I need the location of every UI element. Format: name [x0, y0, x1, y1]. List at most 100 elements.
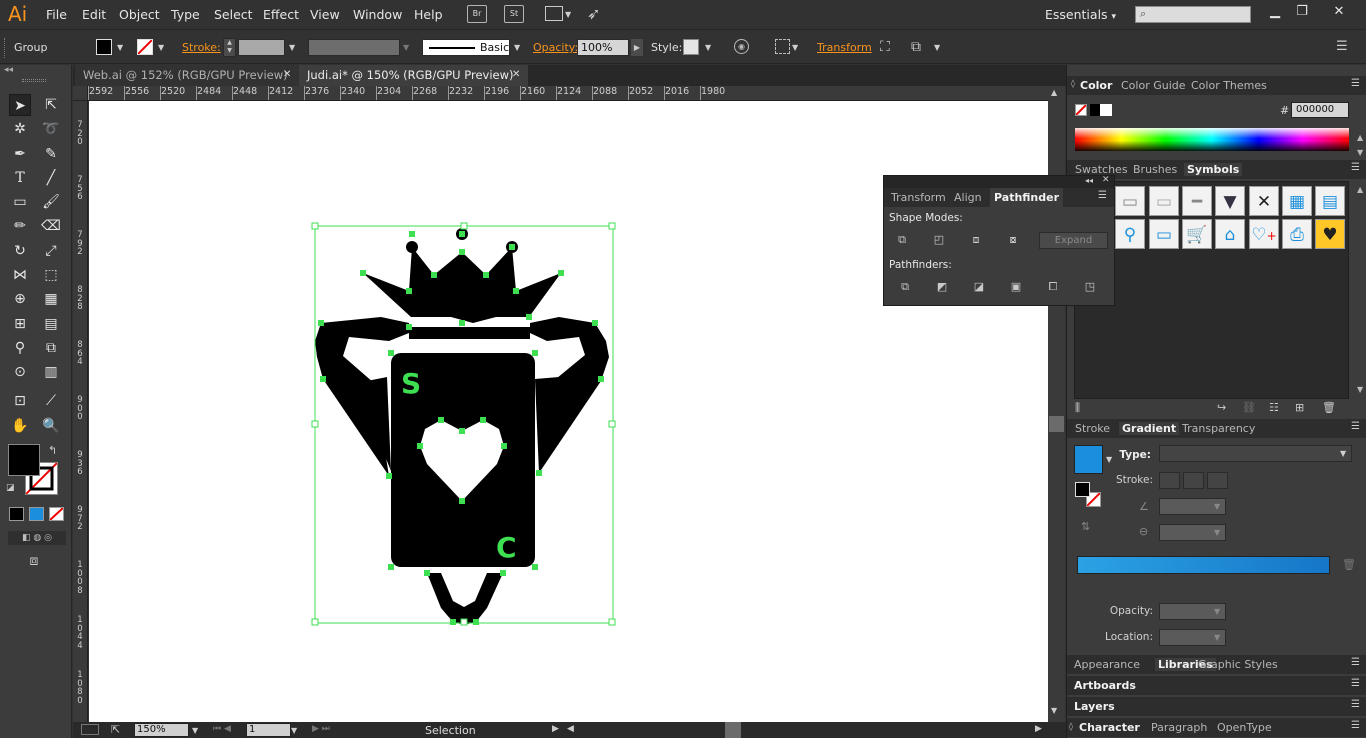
menu-type[interactable]: Type: [171, 7, 200, 22]
stroke-within-button[interactable]: [1159, 472, 1180, 489]
tab-color-guide[interactable]: Color Guide: [1121, 79, 1186, 92]
free-transform-tool[interactable]: ⬚: [40, 264, 62, 286]
export-icon[interactable]: ⇱: [111, 723, 120, 736]
ruler-origin[interactable]: [73, 86, 88, 101]
color-spectrum[interactable]: [1075, 128, 1349, 151]
exclude-button[interactable]: ⧇: [1005, 232, 1021, 248]
close-tab-icon[interactable]: ✕: [283, 69, 291, 80]
scroll-down-icon[interactable]: ▼: [1051, 706, 1057, 715]
stroke-weight-stepper[interactable]: ▲ ▼: [223, 38, 236, 57]
gradient-type-select[interactable]: ▼: [1159, 445, 1352, 462]
symbol-slider[interactable]: ━: [1182, 186, 1212, 216]
help-search-input[interactable]: ⌕: [1135, 6, 1251, 23]
fill-swatch[interactable]: [96, 39, 112, 55]
align-dropdown-icon[interactable]: ▼: [792, 43, 798, 52]
graphic-style-swatch[interactable]: [683, 39, 699, 55]
rectangle-tool[interactable]: ▭: [9, 191, 31, 213]
tab-web-ai[interactable]: Web.ai @ 152% (RGB/GPU Preview): [75, 65, 300, 86]
tab-appearance[interactable]: Appearance: [1074, 658, 1140, 671]
place-symbol-icon[interactable]: ↪: [1217, 401, 1226, 414]
menu-edit[interactable]: Edit: [82, 7, 106, 22]
slice-tool[interactable]: ⟋: [40, 390, 62, 412]
gradient-fill-box[interactable]: [1075, 482, 1090, 497]
zoom-input[interactable]: 150%: [134, 723, 189, 737]
menu-window[interactable]: Window: [353, 7, 402, 22]
close-button[interactable]: ✕: [1326, 2, 1352, 22]
symbol-sprayer-tool[interactable]: ⊙: [9, 361, 31, 383]
tab-brushes[interactable]: Brushes: [1133, 163, 1177, 176]
minus-back-button[interactable]: ◳: [1082, 279, 1098, 295]
symbol-close-icon[interactable]: ✕: [1249, 186, 1279, 216]
gradient-thumbnail[interactable]: [1074, 445, 1103, 474]
opacity-input[interactable]: 100%: [577, 39, 629, 56]
paintbrush-tool[interactable]: 🖌: [40, 191, 62, 213]
delete-stop-icon[interactable]: 🗑: [1342, 558, 1356, 571]
symbol-calendar-icon[interactable]: ▦: [1282, 186, 1312, 216]
stroke-label[interactable]: Stroke:: [182, 41, 221, 54]
symbol-options-icon[interactable]: ☷: [1269, 401, 1279, 414]
gradient-tool[interactable]: ▤: [40, 313, 62, 335]
next-artboard-icon[interactable]: ▶ ⏭: [312, 724, 330, 734]
outline-button[interactable]: ⧠: [1045, 279, 1061, 295]
expand-button[interactable]: Expand: [1039, 232, 1108, 249]
scale-tool[interactable]: ⤢: [40, 240, 62, 262]
isolate-group-icon[interactable]: ⛶: [880, 39, 890, 55]
stroke-dropdown-icon[interactable]: ▼: [158, 43, 164, 52]
transform-link[interactable]: Transform: [817, 41, 872, 54]
black-color-chip[interactable]: [1090, 104, 1100, 116]
magic-wand-tool[interactable]: ✲: [9, 118, 31, 140]
menu-effect[interactable]: Effect: [263, 7, 299, 22]
swap-fill-stroke-icon[interactable]: ↰: [48, 444, 57, 457]
zoom-tool[interactable]: 🔍: [40, 415, 62, 437]
shape-builder-tool[interactable]: ⊕: [9, 288, 31, 310]
symbols-scroll-up-icon[interactable]: ▲: [1357, 185, 1363, 194]
white-color-chip[interactable]: [1100, 104, 1112, 116]
location-dropdown-icon[interactable]: ▼: [1214, 633, 1220, 642]
tab-artboards[interactable]: Artboards: [1074, 679, 1136, 692]
fill-color-box[interactable]: [8, 444, 40, 476]
first-artboard-icon[interactable]: ⏮ ◀: [213, 724, 231, 734]
scroll-right-icon[interactable]: ▶: [1035, 724, 1042, 734]
perspective-grid-tool[interactable]: ▦: [40, 288, 62, 310]
vertical-ruler[interactable]: 7 2 0 7 5 6 7 9 2 8 2 8 8 6 4 9 0 0 9 3 6 9 7 2…: [73, 101, 88, 722]
stock-button[interactable]: St: [504, 5, 524, 23]
symbol-film-icon[interactable]: ▤: [1315, 186, 1345, 216]
rotate-tool[interactable]: ↻: [9, 240, 31, 262]
column-graph-tool[interactable]: ▥: [40, 361, 62, 383]
close-tab-icon[interactable]: ✕: [512, 69, 520, 80]
transform-dropdown-icon[interactable]: ▼: [934, 43, 940, 52]
gradient-mode-button[interactable]: [29, 507, 44, 521]
scroll-up-icon[interactable]: ▲: [1051, 88, 1057, 97]
menu-select[interactable]: Select: [214, 7, 253, 22]
merge-button[interactable]: ◪: [971, 279, 987, 295]
menu-help[interactable]: Help: [414, 7, 443, 22]
panel-toggle-icon[interactable]: ◊: [1071, 79, 1075, 88]
pen-tool[interactable]: ✒: [9, 143, 31, 165]
brush-dropdown-icon[interactable]: ▼: [514, 43, 520, 52]
tab-judi-ai[interactable]: Judi.ai* @ 150% (RGB/GPU Preview): [299, 65, 528, 86]
minus-front-button[interactable]: ◰: [931, 232, 947, 248]
type-tool[interactable]: T: [9, 167, 31, 189]
selection-tool[interactable]: ➤: [9, 94, 31, 116]
tab-transparency[interactable]: Transparency: [1182, 422, 1255, 435]
intersect-button[interactable]: ⧈: [968, 232, 984, 248]
symbol-button-flat[interactable]: ▭: [1149, 186, 1179, 216]
tab-pathfinder[interactable]: Pathfinder: [990, 188, 1064, 207]
symbol-button-light[interactable]: ▭: [1115, 186, 1145, 216]
brush-definition[interactable]: Basic: [422, 39, 510, 56]
transform-each-icon[interactable]: ⧉: [911, 39, 921, 55]
horizontal-ruler[interactable]: 2592 2556 2520 2484 2448 2412 2376 2340 2304 2268…: [73, 86, 1048, 101]
break-link-icon[interactable]: ⛓: [1242, 401, 1256, 414]
tab-symbols[interactable]: Symbols: [1184, 163, 1243, 176]
aspect-dropdown-icon[interactable]: ▼: [1214, 528, 1220, 537]
mesh-tool[interactable]: ⊞: [9, 313, 31, 335]
arrange-documents-icon[interactable]: [545, 6, 563, 21]
pathfinder-titlebar[interactable]: ◂◂ ✕: [884, 175, 1114, 188]
artboard-dropdown-icon[interactable]: ▼: [291, 726, 297, 735]
close-panel-icon[interactable]: ✕: [1102, 175, 1110, 185]
horizontal-scroll-thumb[interactable]: [725, 722, 741, 738]
panel-menu-icon[interactable]: ☰: [1351, 720, 1360, 731]
variable-width-profile[interactable]: [308, 39, 400, 56]
tab-color-themes[interactable]: Color Themes: [1191, 79, 1267, 92]
control-bar-grip[interactable]: [4, 38, 8, 58]
